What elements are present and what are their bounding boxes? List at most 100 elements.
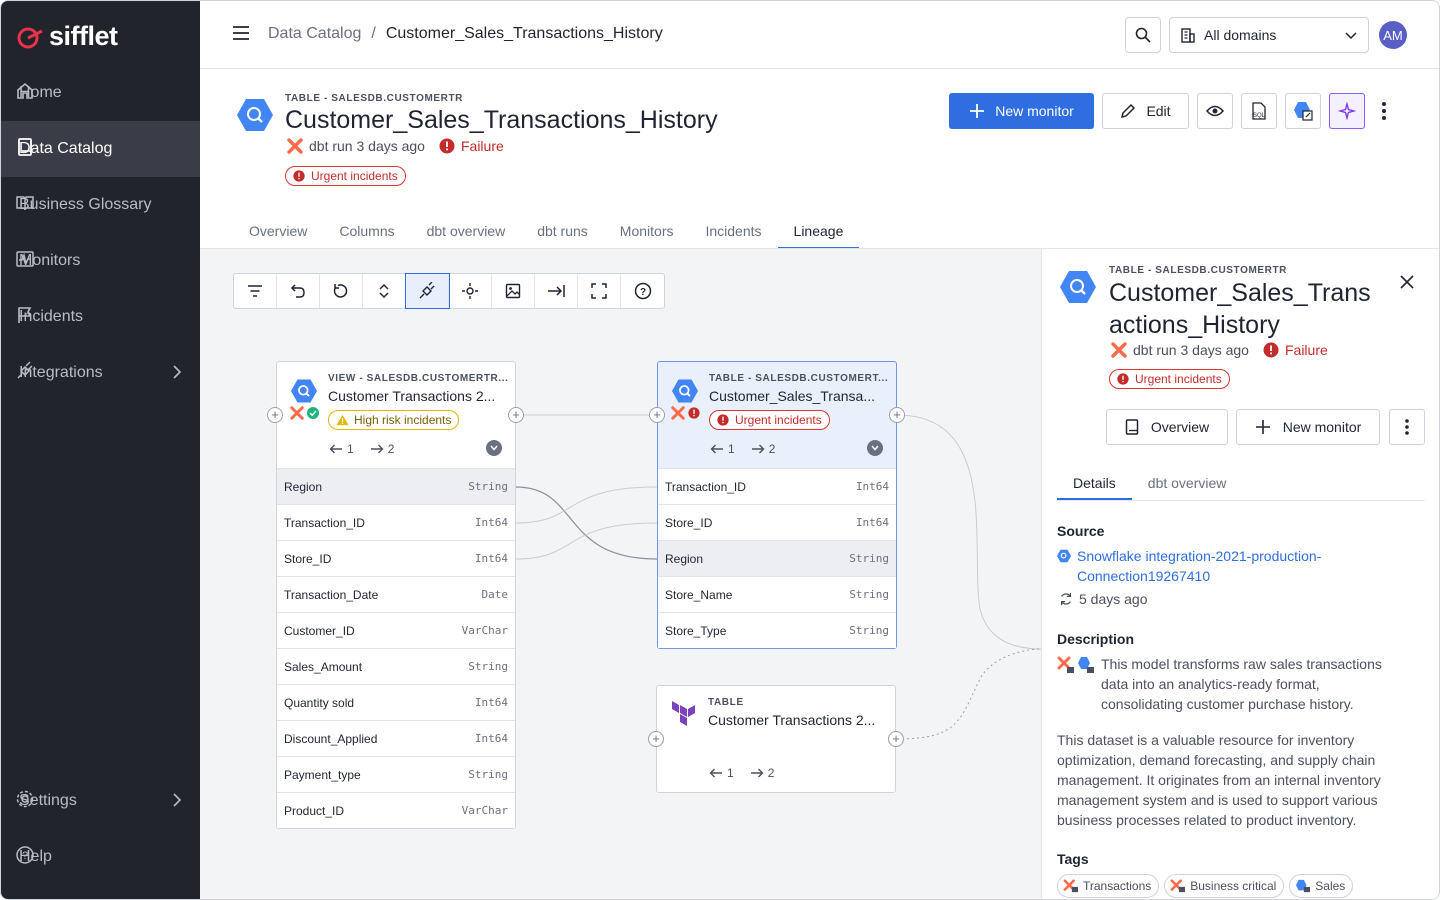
arrow-left-icon (709, 768, 722, 778)
tag-label: Business critical (1190, 879, 1277, 893)
refresh-icon (333, 284, 348, 298)
breadcrumb-data-catalog[interactable]: Data Catalog (268, 25, 361, 43)
fullscreen-button[interactable] (578, 274, 621, 308)
column-row[interactable]: Region String (277, 468, 515, 504)
sidebar-item-integrations[interactable]: Integrations (1, 345, 200, 401)
panel-more-button[interactable] (1389, 409, 1425, 445)
expand-downstream-button[interactable]: + (508, 407, 524, 423)
tab-dbt-overview[interactable]: dbt overview (411, 213, 522, 249)
tag-sales[interactable]: Sales (1289, 874, 1354, 898)
column-row[interactable]: Quantity sold Int64 (277, 684, 515, 720)
sidebar-item-data-catalog[interactable]: Data Catalog (1, 121, 200, 177)
avatar[interactable]: AM (1379, 21, 1407, 49)
book-icon (15, 137, 35, 157)
expand-downstream-button[interactable]: + (889, 407, 905, 423)
column-row[interactable]: Customer_ID VarChar (277, 612, 515, 648)
column-row[interactable]: Product_ID VarChar (277, 792, 515, 828)
sidebar-item-monitors[interactable]: Monitors (1, 233, 200, 289)
tab-monitors[interactable]: Monitors (604, 213, 690, 249)
column-row[interactable]: Store_ID Int64 (658, 504, 896, 540)
urgent-incidents-badge[interactable]: Urgent incidents (1109, 369, 1230, 389)
tab-incidents[interactable]: Incidents (689, 213, 777, 249)
column-row[interactable]: Payment_type String (277, 756, 515, 792)
downstream-count[interactable]: 2 (751, 442, 776, 456)
source-link[interactable]: Snowflake integration-2021-production-Co… (1057, 546, 1377, 586)
column-name: Payment_type (284, 767, 361, 782)
edit-button[interactable]: Edit (1102, 93, 1189, 129)
lineage-node-selected-table[interactable]: TABLE - SALESDB.CUSTOMERT... Customer_Sa… (657, 361, 897, 649)
error-icon (1117, 373, 1129, 385)
column-lineage-button[interactable] (405, 273, 450, 309)
sidebar-item-help[interactable]: ? Help (1, 829, 200, 885)
urgent-incidents-badge[interactable]: Urgent incidents (285, 166, 406, 186)
upstream-count[interactable]: 1 (710, 442, 735, 456)
tag-transactions[interactable]: Transactions (1057, 874, 1160, 898)
hamburger-menu-icon[interactable] (232, 25, 250, 41)
upstream-count[interactable]: 1 (329, 442, 354, 456)
fit-right-button[interactable] (535, 274, 578, 308)
column-row[interactable]: Sales_Amount String (277, 648, 515, 684)
more-options-icon[interactable] (1381, 101, 1387, 121)
error-icon (1263, 342, 1279, 358)
help-button[interactable]: ? (621, 274, 664, 308)
tab-dbt-overview[interactable]: dbt overview (1132, 465, 1243, 500)
watch-button[interactable] (1197, 93, 1233, 129)
dbt-icon (287, 138, 303, 154)
column-row[interactable]: Store_Name String (658, 576, 896, 612)
reset-button[interactable] (320, 274, 363, 308)
panel-new-monitor-button[interactable]: New monitor (1236, 409, 1380, 445)
tab-lineage[interactable]: Lineage (777, 213, 860, 249)
pencil-icon (1121, 103, 1136, 119)
column-row[interactable]: Transaction_ID Int64 (277, 504, 515, 540)
downstream-count-value: 2 (768, 442, 776, 456)
column-row[interactable]: Store_ID Int64 (277, 540, 515, 576)
upstream-count[interactable]: 1 (709, 766, 734, 780)
high-risk-incidents-badge[interactable]: High risk incidents (328, 410, 460, 430)
search-button[interactable] (1125, 17, 1161, 53)
export-image-button[interactable] (492, 274, 535, 308)
expand-upstream-button[interactable]: + (267, 407, 283, 423)
sifflet-logo[interactable]: sifflet (15, 21, 118, 52)
downstream-count[interactable]: 2 (370, 442, 394, 456)
column-row[interactable]: Transaction_ID Int64 (658, 468, 896, 504)
focus-button[interactable] (449, 274, 492, 308)
urgent-incidents-badge[interactable]: Urgent incidents (709, 410, 830, 430)
lineage-node-terraform-table[interactable]: TABLE Customer Transactions 2... 1 2 (656, 685, 896, 793)
filter-button[interactable] (234, 274, 277, 308)
tag-business-critical[interactable]: Business critical (1164, 874, 1285, 898)
close-icon[interactable] (1400, 275, 1414, 289)
expand-downstream-button[interactable]: + (888, 731, 904, 747)
bigquery-icon (672, 379, 698, 403)
chevron-right-icon (173, 793, 182, 807)
column-type: VarChar (461, 804, 508, 817)
downstream-count[interactable]: 2 (750, 766, 774, 780)
tab-columns[interactable]: Columns (323, 213, 410, 249)
column-row[interactable]: Region String (658, 540, 896, 576)
chevron-down-icon (871, 445, 879, 451)
sidebar-item-settings[interactable]: Settings (1, 773, 200, 829)
open-in-bigquery-button[interactable] (1285, 93, 1321, 129)
sidebar-item-incidents[interactable]: Incidents (1, 289, 200, 345)
sql-button[interactable]: SQL (1241, 93, 1277, 129)
collapse-node-button[interactable] (486, 440, 502, 456)
undo-button[interactable] (277, 274, 320, 308)
column-row[interactable]: Discount_Applied Int64 (277, 720, 515, 756)
collapse-node-button[interactable] (867, 440, 883, 456)
tab-overview[interactable]: Overview (233, 213, 323, 249)
lineage-node-view[interactable]: VIEW - SALESDB.CUSTOMERTR... Customer Tr… (276, 361, 516, 829)
ai-assistant-button[interactable] (1329, 93, 1365, 129)
expand-upstream-button[interactable]: + (648, 731, 664, 747)
sidebar-item-business-glossary[interactable]: Business Glossary (1, 177, 200, 233)
tab-details[interactable]: Details (1057, 465, 1132, 500)
tab-dbt-runs[interactable]: dbt runs (521, 213, 604, 249)
domain-select[interactable]: All domains (1169, 17, 1369, 53)
expand-upstream-button[interactable]: + (649, 407, 665, 423)
new-monitor-button[interactable]: New monitor (949, 93, 1094, 129)
overview-button[interactable]: Overview (1106, 409, 1228, 445)
column-row[interactable]: Store_Type String (658, 612, 896, 648)
column-row[interactable]: Transaction_Date Date (277, 576, 515, 612)
node-columns: Region String Transaction_ID Int64 Store_ID I… (277, 468, 515, 828)
expand-collapse-button[interactable] (363, 274, 406, 308)
lineage-canvas[interactable]: ? VIEW - SALESDB.CUSTOMERTR... Customer … (200, 249, 1041, 899)
sidebar-item-home[interactable]: Home (1, 65, 200, 121)
